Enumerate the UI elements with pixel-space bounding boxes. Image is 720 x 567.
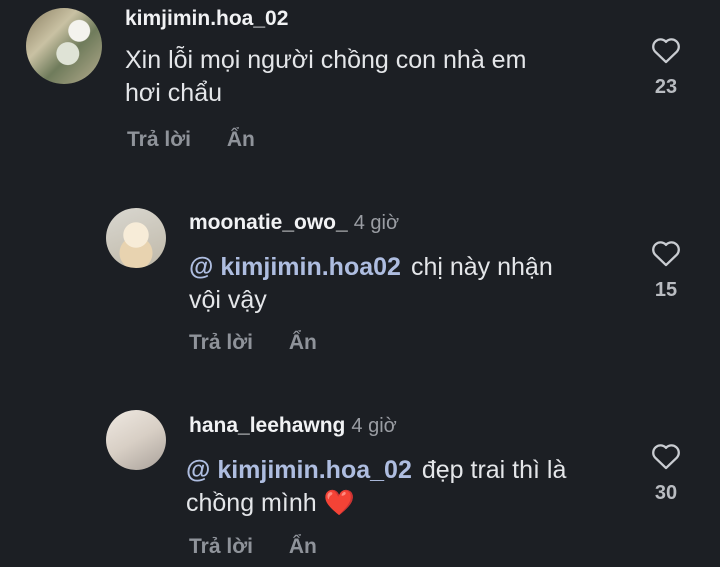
username-text[interactable]: kimjimin.hoa_02 [125, 7, 288, 30]
mention-link[interactable]: @ kimjimin.hoa_02 [186, 456, 412, 484]
comment-actions: Trả lời Ẩn [189, 535, 347, 559]
avatar[interactable] [26, 8, 102, 84]
comment-text: Xin lỗi mọi người chồng con nhà em hơi c… [125, 44, 526, 110]
hide-button[interactable]: Ẩn [227, 128, 255, 152]
heart-outline-icon[interactable] [650, 239, 682, 267]
comment-time: 4 giờ [351, 415, 397, 437]
avatar[interactable] [106, 410, 166, 470]
comment-username[interactable]: kimjimin.hoa_02 [125, 7, 288, 31]
comment-text-line: hơi chẩu [125, 79, 223, 107]
comment-actions: Trả lời Ẩn [127, 128, 285, 152]
heart-emoji: ❤️ [323, 489, 355, 517]
reply-button[interactable]: Trả lời [127, 128, 191, 152]
hide-button[interactable]: Ẩn [289, 535, 317, 559]
like-control[interactable]: 30 [646, 442, 686, 505]
avatar[interactable] [106, 208, 166, 268]
heart-outline-icon[interactable] [650, 442, 682, 470]
comment-text-line: chồng mình [186, 489, 317, 517]
reply-button[interactable]: Trả lời [189, 535, 253, 559]
comment-text-line: Xin lỗi mọi người chồng con nhà em [125, 46, 527, 74]
like-control[interactable]: 23 [646, 36, 686, 99]
comment-text-line: đẹp trai thì là [421, 456, 567, 484]
heart-outline-icon[interactable] [650, 36, 682, 64]
comment-text: @ kimjimin.hoa02 chị này nhận vội vậy [189, 251, 553, 317]
comment-actions: Trả lời Ẩn [189, 331, 347, 355]
comment-text-line: chị này nhận [410, 253, 553, 281]
comment-text: @ kimjimin.hoa_02 đẹp trai thì là chồng m… [186, 454, 566, 520]
username-text[interactable]: hana_leehawng [189, 414, 345, 437]
comment-text-line: vội vậy [189, 286, 267, 314]
username-text[interactable]: moonatie_owo_ [189, 211, 348, 234]
reply-button[interactable]: Trả lời [189, 331, 253, 355]
comment-username[interactable]: hana_leehawng 4 giờ [189, 414, 397, 438]
hide-button[interactable]: Ẩn [289, 331, 317, 355]
like-count: 23 [654, 76, 678, 98]
like-control[interactable]: 15 [646, 239, 686, 302]
like-count: 30 [654, 482, 678, 504]
comment-username[interactable]: moonatie_owo_ 4 giờ [189, 211, 399, 235]
like-count: 15 [654, 279, 678, 301]
comment-time: 4 giờ [353, 212, 400, 234]
mention-link[interactable]: @ kimjimin.hoa02 [189, 253, 401, 281]
